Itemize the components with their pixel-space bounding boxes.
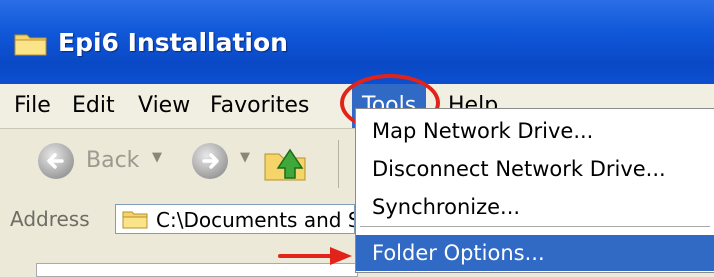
forward-dropdown-icon[interactable]: ▼ — [240, 150, 250, 165]
menu-view[interactable]: View — [138, 84, 190, 128]
tools-menu: Map Network Drive... Disconnect Network … — [355, 108, 714, 273]
back-arrow-icon — [47, 153, 64, 169]
toolbar-separator — [338, 140, 339, 188]
back-dropdown-icon[interactable]: ▼ — [152, 150, 162, 165]
menu-item-map-network-drive[interactable]: Map Network Drive... — [356, 113, 714, 149]
back-button[interactable] — [38, 143, 74, 179]
forward-arrow-icon — [202, 153, 219, 169]
folder-icon — [14, 34, 47, 56]
red-arrow-icon — [278, 247, 352, 265]
address-path[interactable]: C:\Documents and S — [156, 208, 354, 232]
menu-item-folder-options[interactable]: Folder Options... — [356, 235, 714, 271]
menu-separator — [360, 226, 710, 227]
window-title: Epi6 Installation — [58, 28, 288, 57]
menu-favorites[interactable]: Favorites — [210, 84, 309, 128]
menu-file[interactable]: File — [14, 84, 51, 128]
menu-item-disconnect-network-drive[interactable]: Disconnect Network Drive... — [356, 151, 714, 187]
back-label[interactable]: Back — [86, 148, 139, 173]
menu-item-synchronize[interactable]: Synchronize... — [356, 189, 714, 225]
address-label: Address — [10, 207, 90, 231]
address-field[interactable]: C:\Documents and S — [115, 204, 355, 234]
forward-button[interactable] — [192, 143, 228, 179]
menu-edit[interactable]: Edit — [72, 84, 115, 128]
folder-icon — [122, 211, 148, 229]
up-folder-icon[interactable] — [262, 138, 308, 184]
